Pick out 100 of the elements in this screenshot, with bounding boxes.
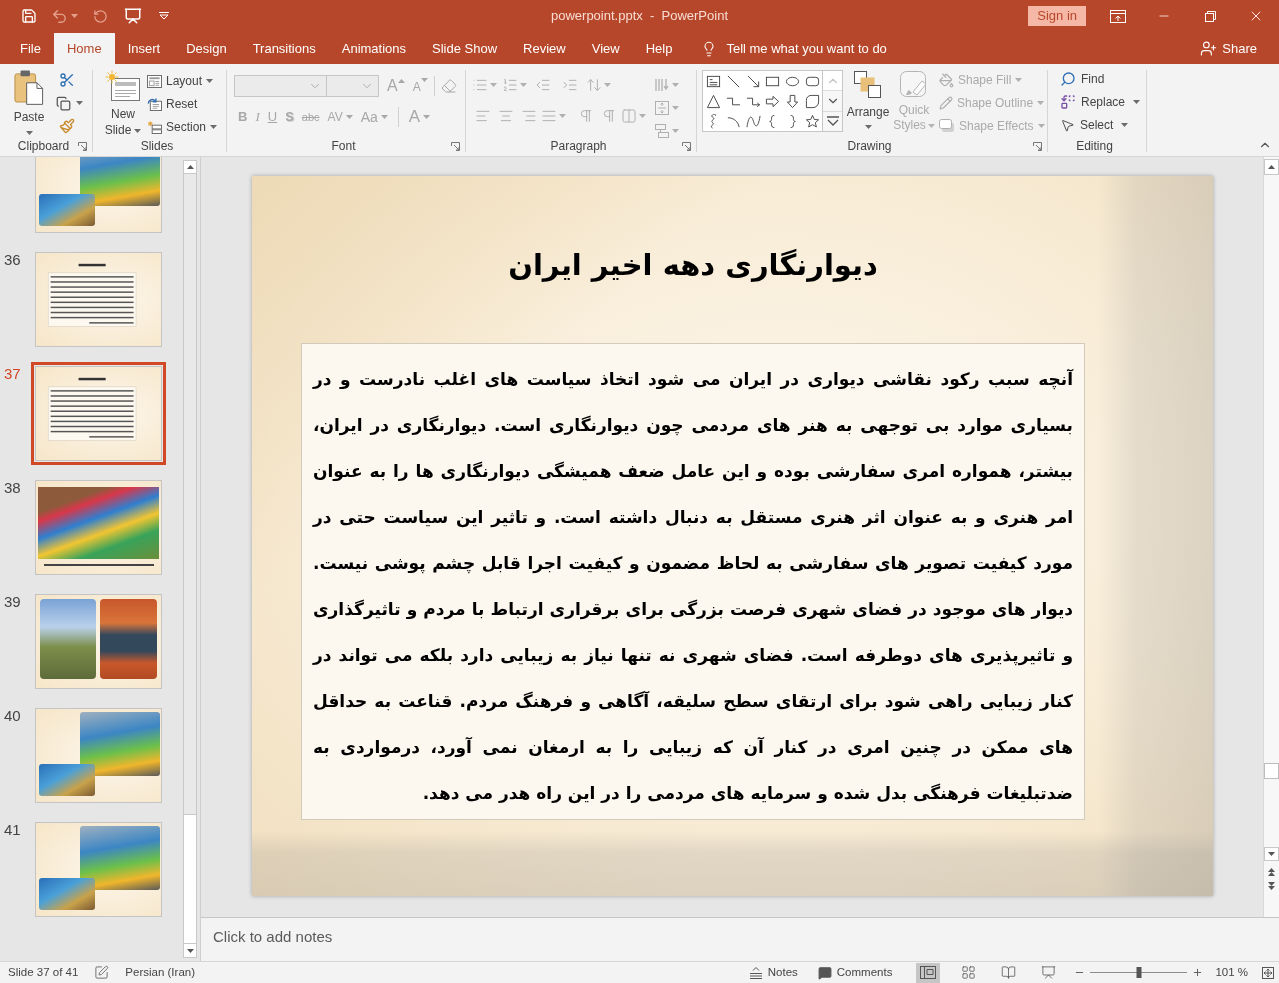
launcher-icon [78,141,87,151]
right-arrow-shape-icon[interactable] [765,94,781,109]
new-slide-icon [105,70,141,102]
slide-thumbnail[interactable] [35,708,162,803]
presentation-icon [124,7,142,25]
caret-icon [380,115,388,119]
undo-button[interactable] [51,7,78,25]
paste-icon [14,69,44,105]
down-arrow-icon [186,948,194,953]
thumbnail-scrollbar[interactable] [183,160,197,958]
notes-icon [748,966,763,979]
launcher-icon [1033,141,1042,151]
slide-number: 39 [4,593,21,610]
ribbon-tab[interactable]: Transitions [239,33,329,64]
caret-icon [639,114,646,118]
caret-icon [559,114,566,118]
shape-effects-icon [939,119,955,133]
zoom-level: 101 % [1215,964,1248,980]
scrollbar-thumb[interactable] [1264,763,1279,779]
ribbon-tab[interactable]: Slide Show [419,33,511,64]
slide-thumbnail[interactable] [35,157,162,233]
line-arrow-shape-icon[interactable] [745,74,761,90]
caret-icon [672,129,679,133]
zoom-slider[interactable] [1090,967,1188,978]
text-box-shape-icon[interactable] [706,74,722,90]
caret-icon [490,83,497,87]
scroll-down-button[interactable] [1264,847,1279,861]
ribbon-tab[interactable]: Animations [328,33,420,64]
language-indicator: Persian (Iran) [125,964,195,980]
caret-icon [420,78,428,82]
down-arrow-icon [1268,852,1275,856]
ribbon-tab[interactable]: Home [53,33,115,64]
scroll-up-button[interactable] [184,161,196,174]
scroll-down-button[interactable] [184,944,196,957]
dialog-launcher-button[interactable] [1033,141,1042,151]
caret-icon [1015,78,1023,82]
down-arrow-shape-icon[interactable] [785,94,801,109]
gallery-down-button[interactable] [823,91,842,112]
share-icon [1200,40,1218,57]
new-slide-button[interactable]: New Slide [103,70,143,138]
replace-button[interactable]: Replace [1060,92,1146,112]
caret-icon [604,83,611,87]
copy-icon [56,95,71,111]
caret-icon [864,125,872,129]
select-button[interactable]: Select [1060,115,1146,135]
sign-in-button[interactable]: Sign in [1028,6,1086,26]
caret-icon [927,123,935,128]
shapes-gallery[interactable] [702,70,843,132]
dialog-launcher-button[interactable] [451,141,460,151]
slide-thumbnail[interactable] [35,480,162,575]
find-button[interactable]: Find [1060,69,1146,89]
reset-button[interactable]: Reset [147,94,218,114]
rounded-corner-shape-icon[interactable] [804,94,820,109]
replace-icon [1060,94,1076,110]
star-shape-icon[interactable] [804,113,820,129]
slide-sorter-icon [960,965,976,980]
notes-field[interactable]: Click to add notes [201,918,1279,961]
scissors-icon [59,72,75,88]
ribbon-tab[interactable]: Design [173,33,240,64]
scrollbar-thumb[interactable] [184,814,196,944]
zoom-slider-thumb[interactable] [1136,967,1142,978]
ribbon-tab[interactable]: Insert [114,33,174,64]
group-label: Drawing [847,139,892,153]
slide-title: دیوارنگاری دهه اخیر ایران [507,247,879,284]
ribbon-tab[interactable]: File [7,33,54,64]
double-up-arrow-icon [1268,868,1275,876]
layout-icon [147,74,162,88]
layout-button[interactable]: Layout [147,71,218,91]
curve-shape-icon[interactable] [745,113,761,129]
share-button[interactable]: Share [1200,33,1257,64]
pointer-icon [1060,117,1075,133]
section-icon [147,120,162,134]
ribbon-tab[interactable]: Help [632,33,686,64]
tell-me-search[interactable]: Tell me what you want to do [701,33,887,64]
slide-thumbnail[interactable] [35,594,162,689]
ribbon-tab[interactable]: Review [510,33,579,64]
reading-view-icon [1000,965,1016,980]
save-button[interactable] [19,6,39,26]
section-button[interactable]: Section [147,117,218,137]
slide-number: 40 [4,707,21,724]
save-icon [21,8,37,24]
paste-button[interactable]: Paste [12,69,46,136]
dialog-launcher-button[interactable] [682,141,691,151]
comments-button[interactable]: Comments [817,962,893,983]
line-shape-icon[interactable] [726,74,742,90]
scroll-up-button[interactable] [1264,159,1279,175]
slide-thumbnail[interactable] [35,252,162,347]
slide-thumbnail[interactable] [35,822,162,917]
vertical-scrollbar[interactable] [1263,157,1279,917]
notes-button[interactable]: Notes [748,962,798,983]
body-paragraph: آنچه سبب رکود نقاشی دیواری در ایران می شود اتخاذ سیاست های اغلب نادرست و در بسیاری موارد بی توجهی به هنر های مردمی چون دیوارنگاری است. دیوارنگاری در ایران، بیشتر، همواره امری سفارشی بوده و این عامل ضعف همیشگی دیوارنگاری ها را به عنوان امر هنری و به عنوان اثر هنری مستقل به دنبال داشته است. و تاثیر این سیاست حتی در مورد کیفیت تصویر های سفارشی به لحاظ مضمون و کیفیت اجرا قابل چشم پوشی نیست. دیوار های موجود در فضای شهری فرصت بزرگی برای برقراری ارتباط با مردم و تاثیرگذاری و تاثیرپذیری های دوطرفه است. فضای شهری نه تنها نیاز به زیبایی دارد بلکه می تواند در کنار زیبایی راهی شود برای ارتقای سطح سلیقه، آگاهی و فرهنگ مردم. قناعت به حداقل های ممکن در چنین امری در کنار آن که زیبایی را به ارمغان نمی آورد، درمواردی به ضدتبلیغات فرهنگی بدل شده و سرمایه های مردمی را در این راه هدر می دهد. [313,368,1073,806]
triangle-shape-icon[interactable] [706,94,722,109]
arrange-button[interactable]: Arrange [845,70,891,136]
group-label: Font [331,139,356,153]
double-down-arrow-icon [1268,882,1275,890]
caret-icon [1037,124,1045,128]
dialog-launcher-button[interactable] [78,141,87,151]
ribbon-tab[interactable]: View [578,33,633,64]
view-button[interactable] [916,962,941,983]
slide-thumbnail[interactable] [31,362,166,465]
